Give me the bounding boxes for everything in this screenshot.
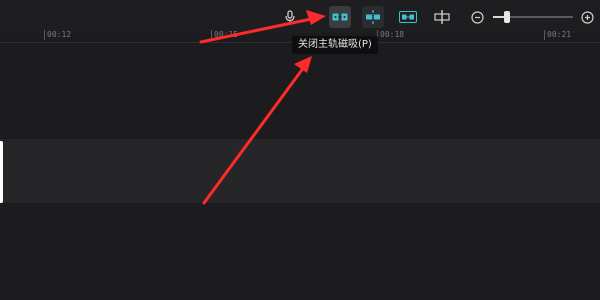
zoom-slider-thumb[interactable] — [504, 11, 510, 23]
linkage-button[interactable] — [397, 6, 419, 28]
magnet-tooltip: 关闭主轨磁吸(P) — [292, 36, 378, 54]
microphone-icon — [284, 10, 296, 24]
ruler-label-00-21: 00:21 — [547, 30, 572, 39]
video-track[interactable] — [0, 44, 600, 137]
split-preview-icon — [434, 10, 450, 24]
zoom-out-button[interactable] — [468, 6, 486, 28]
lower-track[interactable] — [0, 205, 600, 300]
main-track-magnet-icon — [332, 12, 348, 22]
auto-snap-button[interactable] — [362, 6, 384, 28]
split-preview-button[interactable] — [431, 6, 453, 28]
zoom-in-button[interactable] — [578, 6, 596, 28]
main-track-magnet-button[interactable] — [329, 6, 351, 28]
ruler-label-00-15: 00:15 — [214, 30, 239, 39]
zoom-in-icon — [580, 10, 594, 24]
ruler-tick — [44, 30, 45, 40]
auto-snap-icon — [365, 10, 381, 24]
record-audio-button[interactable] — [279, 6, 301, 28]
main-track[interactable] — [0, 139, 600, 203]
zoom-out-icon — [470, 10, 484, 24]
ruler-label-00-18: 00:18 — [380, 30, 405, 39]
linkage-icon — [399, 11, 417, 23]
zoom-slider[interactable] — [493, 11, 573, 23]
clip-edge-handle[interactable] — [0, 141, 3, 203]
timeline-toolbar — [0, 0, 600, 33]
ruler-tick — [211, 30, 212, 40]
ruler-label-00-12: 00:12 — [47, 30, 72, 39]
ruler-tick — [544, 30, 545, 40]
